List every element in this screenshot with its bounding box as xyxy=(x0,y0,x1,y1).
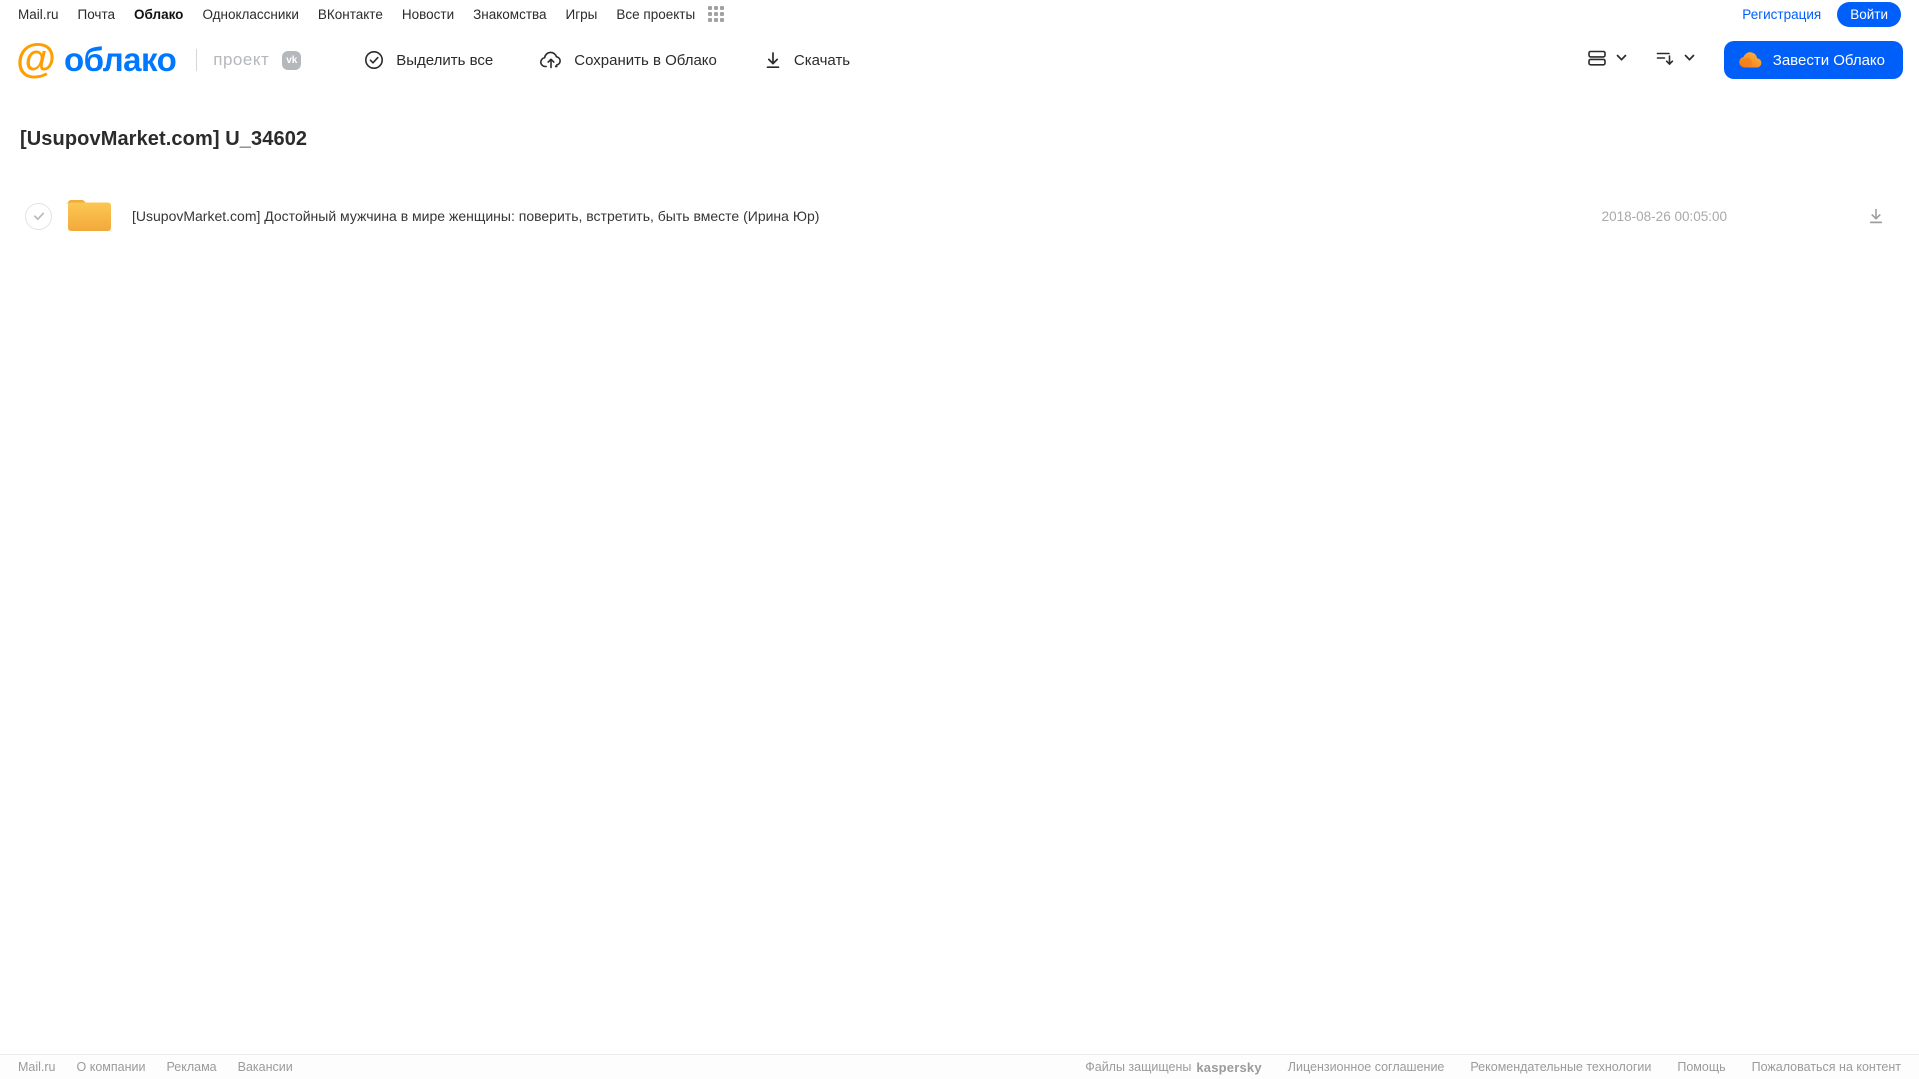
footer-link-report-content[interactable]: Пожаловаться на контент xyxy=(1752,1060,1901,1074)
cloud-icon xyxy=(1738,50,1763,70)
vk-badge-icon: vk xyxy=(282,50,302,70)
create-cloud-label: Завести Облако xyxy=(1772,51,1885,69)
sort-dropdown[interactable] xyxy=(1654,47,1696,74)
kaspersky-protection: Файлы защищены kaspersky xyxy=(1085,1060,1262,1075)
portal-topbar: Mail.ru Почта Облако Одноклассники ВКонт… xyxy=(0,0,1919,28)
download-icon xyxy=(763,49,783,71)
files-protected-label: Файлы защищены xyxy=(1085,1060,1192,1074)
list-view-icon xyxy=(1586,47,1608,74)
cloud-logo[interactable]: @ облако проект vk xyxy=(16,34,302,81)
nav-item-odnoklassniki[interactable]: Одноклассники xyxy=(202,7,298,22)
project-vk-label: проект xyxy=(213,50,270,69)
save-to-cloud-label: Сохранить в Облако xyxy=(574,51,717,69)
row-download-icon[interactable] xyxy=(1867,206,1885,226)
main-content: [UsupovMarket.com] U_34602 [UsupovMarket… xyxy=(0,128,1919,238)
nav-item-znakomstva[interactable]: Знакомства xyxy=(473,7,546,22)
nav-item-pochta[interactable]: Почта xyxy=(78,7,116,22)
download-label: Скачать xyxy=(793,51,851,69)
select-all-label: Выделить все xyxy=(396,51,494,69)
topbar-right: Регистрация Войти xyxy=(1742,1,1901,27)
file-toolbar: Выделить все Сохранить в Облако Скачать xyxy=(363,49,850,71)
mailru-at-icon: @ xyxy=(16,34,56,81)
all-projects-grid-icon[interactable] xyxy=(708,6,725,22)
logo-divider xyxy=(196,49,198,71)
nav-item-novosti[interactable]: Новости xyxy=(402,7,454,22)
file-name-link[interactable]: [UsupovMarket.com] Достойный мужчина в м… xyxy=(132,208,819,224)
file-row[interactable]: [UsupovMarket.com] Достойный мужчина в м… xyxy=(20,194,1919,238)
portal-nav: Mail.ru Почта Облако Одноклассники ВКонт… xyxy=(18,6,725,22)
footer-link-about[interactable]: О компании xyxy=(77,1060,146,1074)
check-circle-icon xyxy=(363,49,385,71)
save-to-cloud-button[interactable]: Сохранить в Облако xyxy=(539,49,717,71)
view-mode-dropdown[interactable] xyxy=(1586,47,1628,74)
folder-icon xyxy=(65,195,113,238)
footer-link-ads[interactable]: Реклама xyxy=(166,1060,216,1074)
sort-icon xyxy=(1654,47,1676,74)
kaspersky-logo[interactable]: kaspersky xyxy=(1196,1060,1261,1075)
row-checkbox[interactable] xyxy=(25,202,52,230)
app-header: @ облако проект vk Выделить все Сохранит… xyxy=(0,28,1919,92)
download-button[interactable]: Скачать xyxy=(763,49,850,71)
nav-item-vkontakte[interactable]: ВКонтакте xyxy=(318,7,383,22)
file-list: [UsupovMarket.com] Достойный мужчина в м… xyxy=(20,194,1919,238)
footer-link-help[interactable]: Помощь xyxy=(1677,1060,1725,1074)
cloud-upload-icon xyxy=(539,49,563,71)
register-link[interactable]: Регистрация xyxy=(1742,7,1821,22)
footer-link-mailru[interactable]: Mail.ru xyxy=(18,1060,56,1074)
create-cloud-button[interactable]: Завести Облако xyxy=(1723,41,1903,79)
nav-item-igry[interactable]: Игры xyxy=(566,7,598,22)
cloud-logo-text: облако xyxy=(63,41,177,78)
footer-right-links: Файлы защищены kaspersky Лицензионное со… xyxy=(1085,1060,1901,1075)
header-right-controls: Завести Облако xyxy=(1586,41,1903,79)
nav-item-mailru[interactable]: Mail.ru xyxy=(18,7,59,22)
footer-link-recommendation-tech[interactable]: Рекомендательные технологии xyxy=(1470,1060,1651,1074)
footer-link-license[interactable]: Лицензионное соглашение xyxy=(1288,1060,1445,1074)
footer-left-links: Mail.ru О компании Реклама Вакансии xyxy=(18,1060,293,1074)
page-footer: Mail.ru О компании Реклама Вакансии Файл… xyxy=(0,1054,1919,1079)
select-all-button[interactable]: Выделить все xyxy=(363,49,493,71)
nav-item-all-projects[interactable]: Все проекты xyxy=(616,7,695,22)
login-button[interactable]: Войти xyxy=(1837,1,1901,27)
chevron-down-icon xyxy=(1615,51,1628,69)
page-title: [UsupovMarket.com] U_34602 xyxy=(20,128,308,150)
chevron-down-icon xyxy=(1683,51,1696,69)
nav-item-oblako[interactable]: Облако xyxy=(134,7,183,22)
footer-link-jobs[interactable]: Вакансии xyxy=(238,1060,293,1074)
file-date: 2018-08-26 00:05:00 xyxy=(1601,208,1727,224)
